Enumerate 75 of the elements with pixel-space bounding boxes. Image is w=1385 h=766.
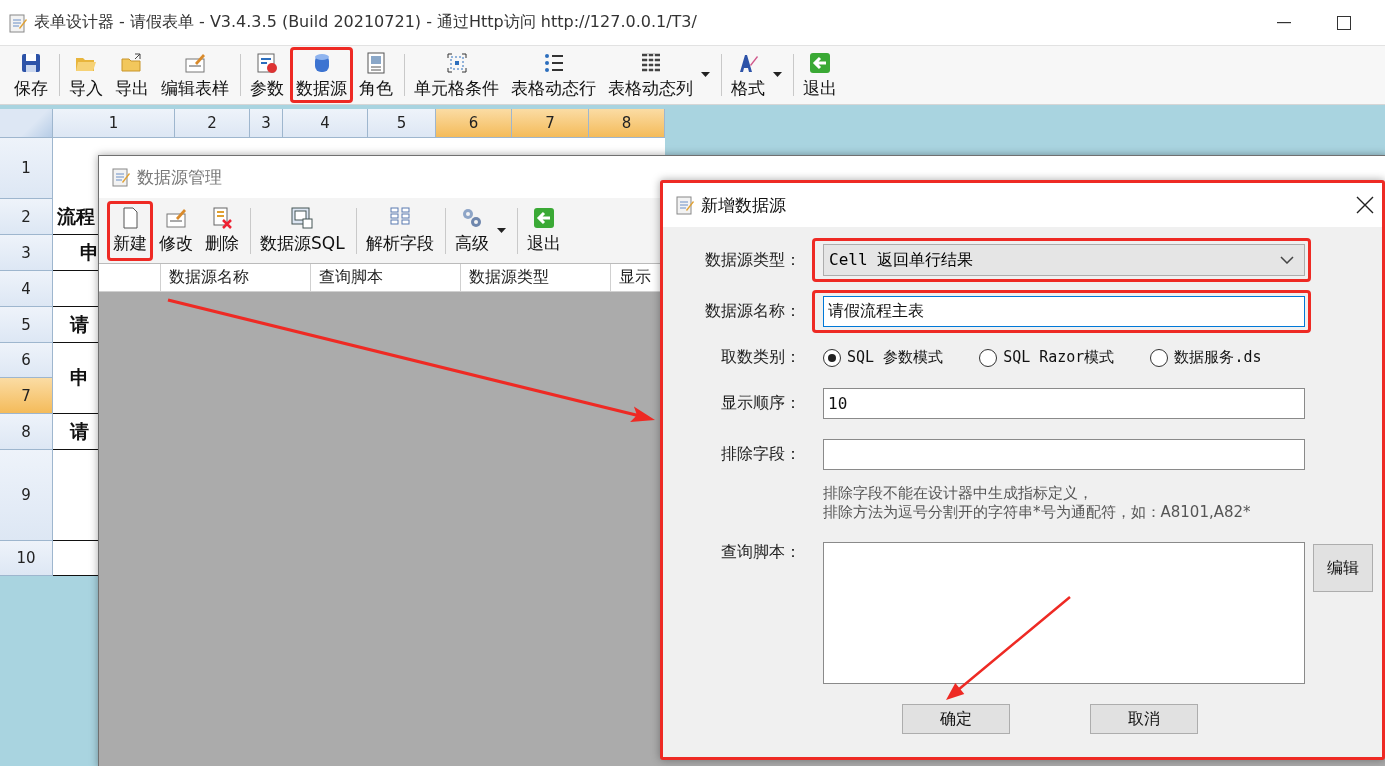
id-card-icon (364, 50, 388, 75)
column-header[interactable]: 3 (250, 109, 283, 138)
radio-option[interactable]: 数据服务.ds (1150, 348, 1262, 367)
row-header[interactable]: 1 (0, 138, 53, 199)
column-header[interactable]: 5 (368, 109, 436, 138)
field-label: 取数类别： (720, 347, 801, 368)
toolbar-button[interactable]: 导入 (54, 47, 109, 103)
form-icon (675, 194, 695, 216)
dialog-button[interactable]: 取消 (1090, 704, 1198, 734)
toolbar-button[interactable]: 退出 (788, 47, 843, 103)
field-label: 查询脚本： (720, 542, 801, 563)
column-header[interactable]: 1 (53, 109, 175, 138)
toolbar-button[interactable]: 表格动态行 (505, 47, 602, 103)
toolbar-button[interactable]: 编辑表样 (155, 47, 235, 103)
dialog-button[interactable]: 确定 (902, 704, 1010, 734)
folder-icon (120, 50, 144, 75)
radio-option[interactable]: SQL Razor模式 (979, 348, 1115, 367)
input-field[interactable]: 10 (823, 388, 1305, 419)
chevron-icon (1280, 256, 1294, 264)
row-header[interactable]: 10 (0, 541, 53, 576)
field-label: 排除字段： (720, 444, 801, 465)
type-dropdown[interactable]: Cell 返回单行结果 (823, 244, 1305, 276)
column-header[interactable]: 8 (589, 109, 665, 138)
toolbar-button[interactable]: 格式 (716, 47, 788, 103)
form-icon (8, 11, 28, 34)
radio-button[interactable] (1150, 348, 1169, 367)
row-header[interactable]: 2 (0, 199, 53, 235)
toolbar-button[interactable]: 参数 (235, 47, 290, 103)
dialog-title: 数据源管理 (137, 165, 222, 189)
caret-icon (496, 227, 506, 234)
radio-button[interactable] (823, 348, 841, 367)
toolbar-button[interactable]: 数据源 (290, 47, 353, 103)
window-title: 表单设计器 - 请假表单 - V3.4.3.5 (Build 20210721) - 通过Http访问 http://127.0.0.1/T3/ (34, 12, 697, 33)
script-textarea[interactable] (823, 542, 1305, 684)
toolbar-button[interactable]: 导出 (109, 47, 155, 103)
toolbar-button[interactable]: 新建 (107, 200, 153, 261)
grid-icon (444, 50, 469, 75)
row-header[interactable]: 7 (0, 378, 53, 414)
caret-icon (701, 72, 710, 78)
hint-text: 排除方法为逗号分割开的字符串*号为通配符，如：A8101,A82* (823, 503, 1252, 522)
toolbar-button[interactable]: 角色 (353, 47, 399, 103)
radio-button[interactable] (979, 348, 998, 367)
exit-icon (531, 206, 556, 230)
form-icon (111, 166, 131, 188)
window-icon (290, 206, 315, 230)
row-header[interactable]: 5 (0, 307, 53, 343)
maximize-icon[interactable] (1337, 15, 1351, 30)
caret-icon (773, 72, 782, 78)
minimize-icon[interactable] (1277, 21, 1291, 24)
row-header[interactable]: 3 (0, 235, 53, 271)
input-field[interactable]: 请假流程主表 (823, 296, 1305, 327)
hint-text: 排除字段不能在设计器中生成指标定义， (823, 484, 1094, 503)
column-header[interactable]: 6 (436, 109, 512, 138)
row-header[interactable]: 8 (0, 414, 53, 450)
column-header[interactable]: 7 (512, 109, 589, 138)
toolbar-button[interactable]: 单元格条件 (399, 47, 505, 103)
exit-icon (808, 50, 832, 75)
delete-icon (210, 206, 234, 230)
field-label: 数据源名称： (704, 301, 801, 322)
toolbar-button[interactable]: 表格动态列 (602, 47, 716, 103)
checklist-icon (255, 50, 279, 75)
column-header[interactable]: 2 (175, 109, 250, 138)
column-header[interactable]: 4 (283, 109, 368, 138)
edit-button[interactable]: 编辑 (1313, 544, 1373, 592)
pencil-icon (164, 206, 188, 230)
close-icon[interactable] (1356, 196, 1374, 214)
dialog-title: 新增数据源 (701, 193, 786, 217)
row-header[interactable]: 9 (0, 450, 53, 541)
field-label: 显示顺序： (720, 393, 801, 414)
row-header[interactable]: 4 (0, 271, 53, 307)
radio-option[interactable]: SQL 参数模式 (823, 348, 944, 367)
input-field[interactable] (823, 439, 1305, 470)
toolbar-button[interactable]: 保存 (8, 47, 54, 103)
field-label: 数据源类型： (704, 249, 801, 271)
row-header[interactable]: 6 (0, 343, 53, 378)
